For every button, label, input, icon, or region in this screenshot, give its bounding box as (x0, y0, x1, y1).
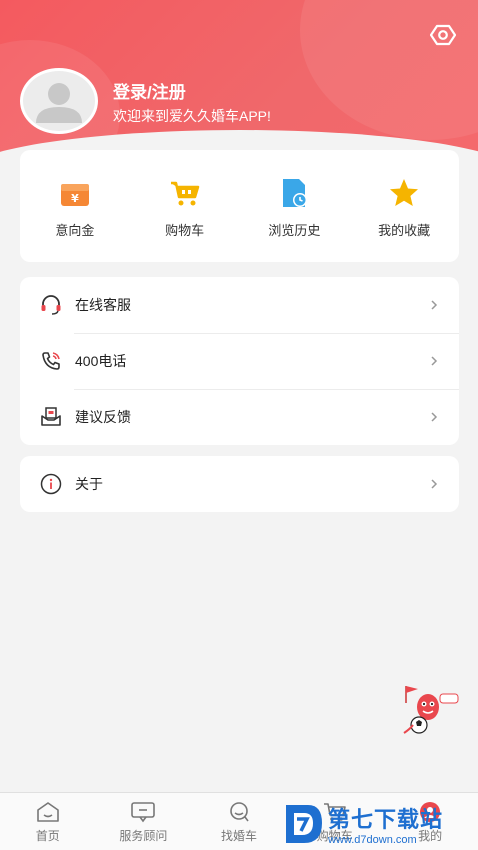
search-icon (230, 802, 249, 822)
watermark-title: 第七下载站 (328, 806, 444, 832)
tab-home[interactable]: 首页 (0, 793, 96, 850)
history-doc-icon (283, 179, 308, 207)
tab-label: 首页 (35, 829, 60, 843)
quick-item-label: 我的收藏 (378, 223, 431, 238)
quick-item-history[interactable]: 浏览历史 (240, 150, 350, 262)
feedback-icon (41, 407, 61, 426)
chevron-right-icon (431, 412, 438, 422)
mascot-floating-button[interactable] (400, 683, 462, 738)
header-decoration (300, 0, 478, 140)
menu-item-online-service[interactable]: 在线客服 (20, 277, 459, 333)
welcome-text: 欢迎来到爱久久婚车APP! (113, 108, 271, 124)
star-icon (390, 179, 419, 206)
menu-item-phone[interactable]: 400电话 (20, 333, 459, 389)
svg-text:¥: ¥ (71, 192, 79, 205)
quick-item-label: 购物车 (165, 223, 205, 238)
shopping-cart-icon (170, 181, 199, 206)
quick-actions-card: ¥ 意向金 购物车 浏览历史 我的收藏 (20, 150, 459, 262)
quick-item-label: 意向金 (55, 223, 95, 238)
quick-item-label: 浏览历史 (268, 223, 321, 238)
chevron-right-icon (431, 479, 438, 489)
quick-item-deposit[interactable]: ¥ 意向金 (20, 150, 130, 262)
quick-item-cart[interactable]: 购物车 (130, 150, 240, 262)
chevron-right-icon (431, 356, 438, 366)
menu-item-feedback[interactable]: 建议反馈 (20, 389, 459, 445)
tab-label: 找婚车 (220, 829, 257, 843)
tab-service-advisor[interactable]: 服务顾问 (96, 793, 192, 850)
menu-item-label: 关于 (75, 476, 103, 492)
avatar[interactable] (20, 68, 98, 134)
money-box-icon: ¥ (60, 184, 89, 206)
menu-item-about[interactable]: 关于 (20, 456, 459, 512)
home-icon (36, 802, 59, 822)
tab-label: 服务顾问 (119, 829, 168, 843)
phone-icon (42, 352, 60, 370)
headset-icon (41, 295, 61, 315)
settings-button[interactable] (429, 22, 457, 48)
menu-item-label: 建议反馈 (75, 409, 131, 425)
menu-item-label: 在线客服 (75, 297, 131, 313)
quick-item-favorites[interactable]: 我的收藏 (349, 150, 459, 262)
service-menu-card: 在线客服 400电话 建议反馈 (20, 277, 459, 445)
default-user-icon (36, 83, 82, 123)
about-card: 关于 (20, 456, 459, 512)
settings-hexagon-icon (429, 24, 457, 46)
login-register-link[interactable]: 登录/注册 (113, 78, 186, 103)
chat-icon (131, 802, 156, 823)
watermark-logo (286, 804, 322, 843)
info-icon (40, 473, 62, 495)
watermark-url: www.d7down.com (328, 833, 417, 846)
site-watermark: 第七下载站 www.d7down.com (282, 797, 478, 850)
menu-item-label: 400电话 (75, 353, 127, 369)
chevron-right-icon (431, 300, 438, 310)
tab-find-car[interactable]: 找婚车 (191, 793, 287, 850)
